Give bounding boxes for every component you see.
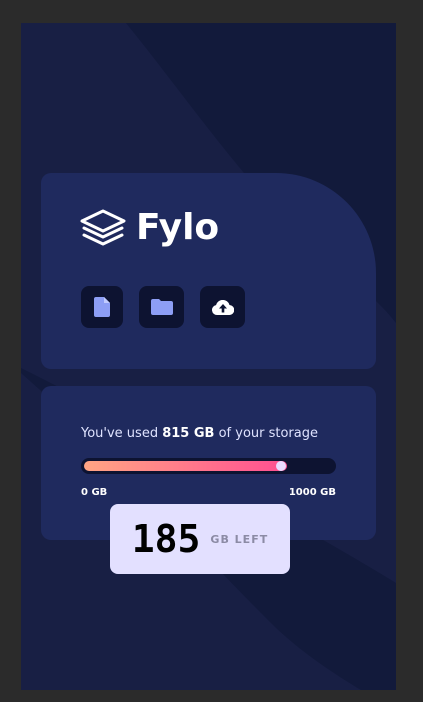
usage-prefix: You've used: [81, 426, 163, 441]
remaining-value: 185: [131, 517, 201, 561]
remaining-badge: 185 GB LEFT: [110, 504, 290, 574]
storage-usage-text: You've used 815 GB of your storage: [81, 426, 318, 441]
cloud-upload-icon: [211, 299, 234, 315]
file-actions: [81, 286, 245, 328]
remaining-label: GB LEFT: [210, 532, 269, 546]
document-button[interactable]: [81, 286, 123, 328]
usage-amount: 815 GB: [162, 426, 215, 441]
storage-progress-fill: [84, 461, 287, 471]
upload-button[interactable]: [200, 286, 245, 328]
folder-button[interactable]: [139, 286, 184, 328]
progress-knob: [276, 461, 286, 471]
folder-icon: [150, 299, 173, 315]
brand-name: Fylo: [136, 207, 220, 248]
app-viewport: Fylo You've used 815 GB of your storage …: [21, 23, 396, 690]
document-icon: [94, 297, 110, 317]
scale-max-label: 1000 GB: [288, 487, 336, 498]
layers-icon: [80, 209, 126, 245]
logo: Fylo: [80, 207, 219, 248]
storage-scale: 0 GB 1000 GB: [81, 487, 336, 498]
usage-suffix: of your storage: [214, 426, 318, 441]
storage-progress-bar: [81, 458, 336, 474]
brand-card: Fylo: [41, 173, 376, 369]
scale-min-label: 0 GB: [81, 487, 108, 498]
